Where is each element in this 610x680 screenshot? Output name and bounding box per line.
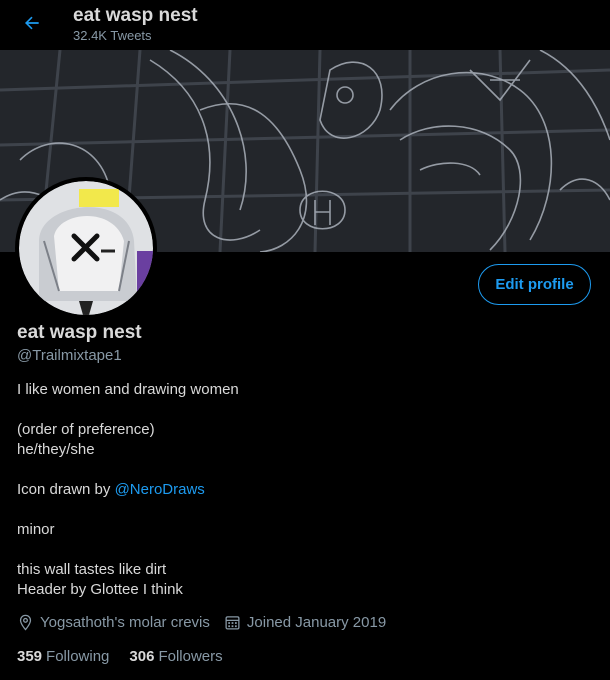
following-label: Following: [46, 647, 110, 665]
back-arrow-icon: [25, 16, 39, 30]
bio-line: minor: [17, 521, 55, 538]
location-text: Yogsathoth's molar crevis: [40, 613, 210, 631]
edit-profile-button[interactable]: Edit profile: [478, 264, 591, 305]
bio-spacer: [17, 540, 587, 560]
bio-mention-link[interactable]: @NeroDraws: [115, 481, 205, 498]
profile-meta: Yogsathoth's molar crevis Joined January…: [17, 612, 400, 632]
bio-line: Header by Glottee I think: [17, 581, 183, 598]
calendar-icon: [225, 615, 240, 630]
back-button[interactable]: [18, 9, 46, 37]
location-item: Yogsathoth's molar crevis: [17, 614, 210, 631]
top-bar: eat wasp nest 32.4K Tweets: [0, 0, 610, 50]
location-pin-icon: [19, 614, 32, 631]
bio-icon-prefix: Icon drawn by: [17, 481, 115, 498]
bio-spacer: [17, 500, 587, 520]
followers-label: Followers: [158, 647, 223, 665]
bio-line: I like women and drawing women: [17, 381, 239, 398]
bio-line-icon-credit: Icon drawn by @NeroDraws: [17, 480, 587, 500]
bio-line: he/they/she: [17, 441, 95, 458]
bio-spacer: [17, 460, 587, 480]
joined-text: Joined January 2019: [246, 613, 387, 631]
joined-item: Joined January 2019: [224, 614, 386, 631]
bio-line: (order of preference): [17, 421, 155, 438]
followers-link[interactable]: 306 Followers: [129, 648, 222, 665]
bio-spacer: [17, 400, 587, 420]
follow-stats: 359 Following 306 Followers: [17, 646, 243, 666]
header-title: eat wasp nest: [73, 5, 198, 26]
profile-bio: I like women and drawing women (order of…: [17, 380, 587, 600]
profile-handle: @Trailmixtape1: [17, 347, 122, 364]
avatar[interactable]: [15, 177, 157, 319]
followers-count: 306: [129, 647, 155, 665]
following-link[interactable]: 359 Following: [17, 648, 109, 665]
profile-name: eat wasp nest: [17, 322, 142, 343]
following-count: 359: [17, 647, 43, 665]
tweet-count: 32.4K Tweets: [73, 28, 152, 43]
bio-line: this wall tastes like dirt: [17, 561, 167, 578]
